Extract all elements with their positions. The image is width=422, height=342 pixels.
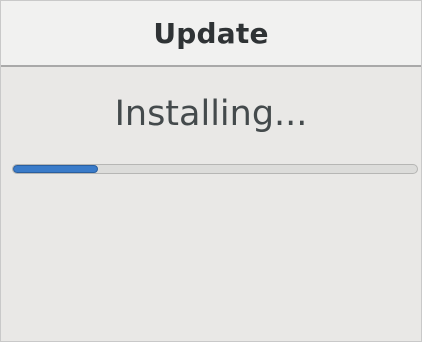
dialog-title: Update — [153, 16, 269, 50]
update-dialog: Update Installing... — [0, 0, 422, 342]
dialog-titlebar[interactable]: Update — [1, 1, 421, 67]
progress-bar — [12, 164, 418, 174]
status-label: Installing... — [114, 94, 308, 134]
progress-bar-fill — [13, 165, 98, 173]
